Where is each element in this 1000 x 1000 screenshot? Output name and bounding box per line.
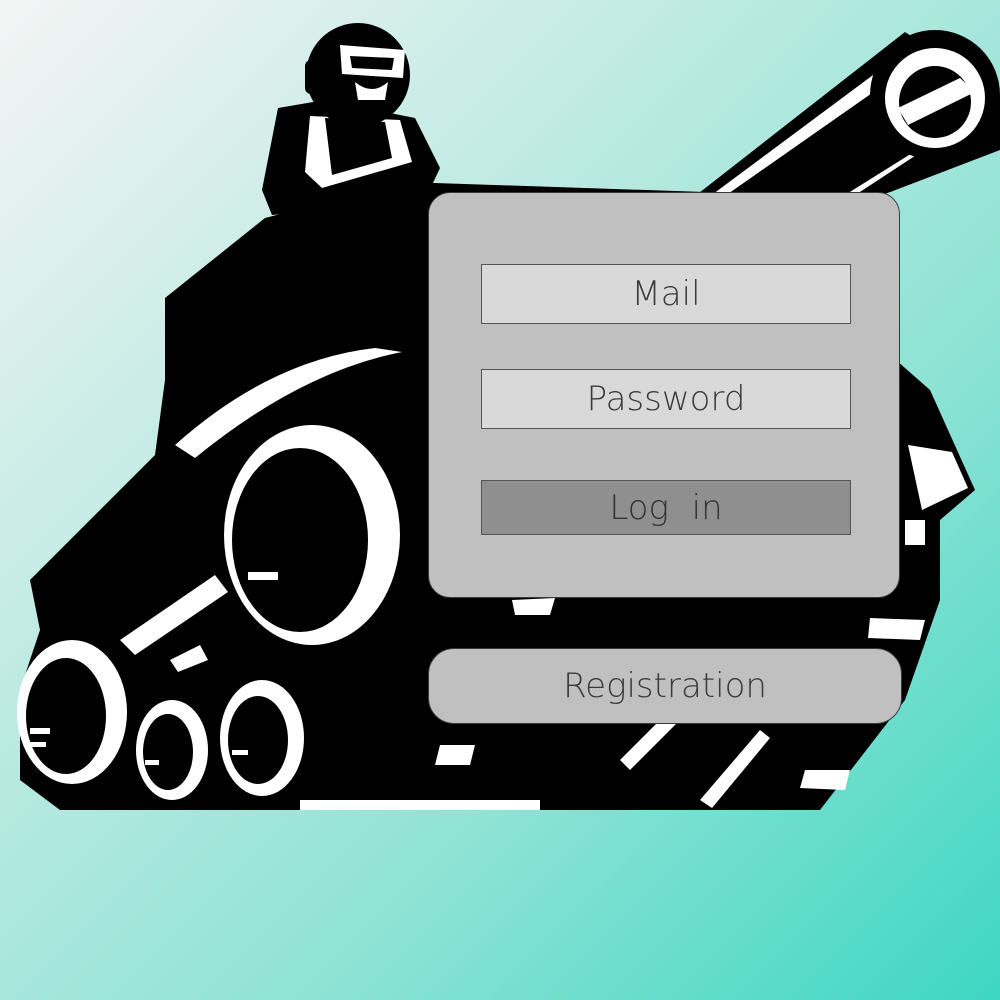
mail-input[interactable] — [481, 264, 851, 324]
registration-button[interactable]: Registration — [428, 648, 902, 724]
login-button[interactable]: Log in — [481, 480, 851, 535]
password-input[interactable] — [481, 369, 851, 429]
login-panel: Log in — [428, 192, 900, 598]
tank-driver — [262, 23, 440, 215]
tank-cannon — [690, 30, 1000, 215]
